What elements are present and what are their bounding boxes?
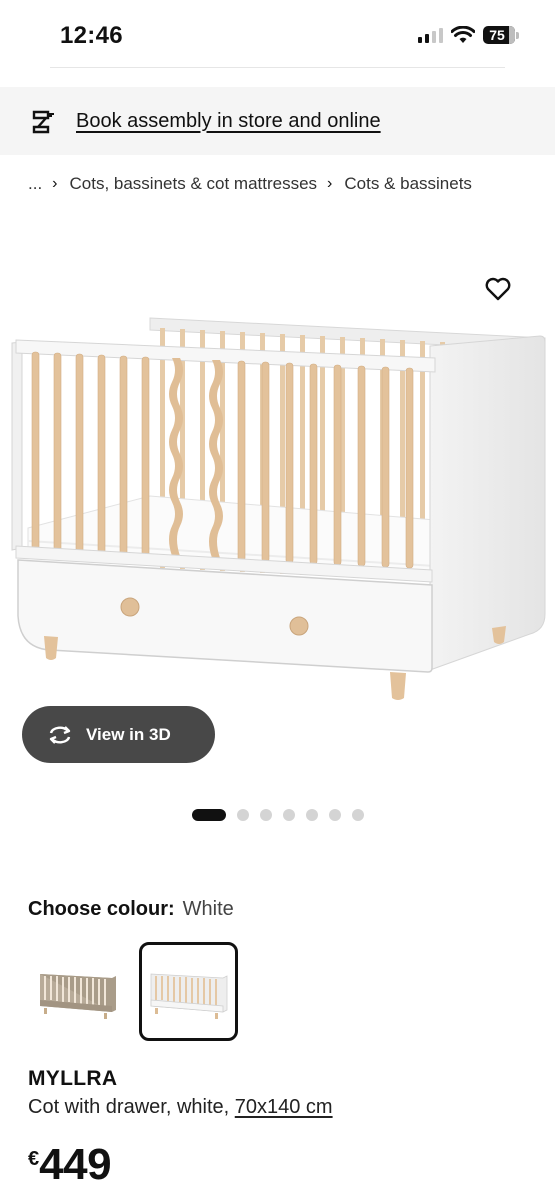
- colour-swatch-beige[interactable]: [28, 942, 127, 1041]
- product-price: € 449: [28, 1140, 112, 1190]
- wifi-icon: [451, 26, 475, 44]
- selected-colour-value: White: [182, 898, 234, 920]
- cot-white-thumbnail: [150, 973, 227, 1019]
- price-amount: 449: [39, 1140, 112, 1189]
- product-description-text: Cot with drawer, white,: [28, 1096, 235, 1118]
- carousel-dot-2[interactable]: [237, 809, 249, 821]
- status-icons: 75: [418, 26, 519, 44]
- heart-icon: [485, 277, 511, 301]
- rotate-icon: [49, 725, 71, 744]
- carousel-dot-5[interactable]: [306, 809, 318, 821]
- status-time: 12:46: [60, 22, 123, 49]
- colour-swatches: [28, 942, 238, 1041]
- book-assembly-link[interactable]: Book assembly in store and online: [76, 110, 381, 133]
- status-divider: [50, 67, 505, 68]
- status-bar: 12:46 75: [0, 0, 555, 72]
- favourite-button[interactable]: [483, 274, 513, 304]
- price-currency: €: [28, 1148, 40, 1170]
- colour-swatch-white[interactable]: [139, 942, 238, 1041]
- product-name: MYLLRA: [28, 1067, 118, 1090]
- assembly-banner[interactable]: Book assembly in store and online: [0, 87, 555, 155]
- chevron-right-icon: ›: [52, 175, 58, 192]
- carousel-dot-1[interactable]: [192, 809, 226, 821]
- carousel-dot-7[interactable]: [352, 809, 364, 821]
- carousel-dot-6[interactable]: [329, 809, 341, 821]
- carousel-dot-4[interactable]: [283, 809, 295, 821]
- cot-beige-thumbnail: [39, 973, 116, 1019]
- battery-icon: 75: [483, 26, 519, 44]
- product-image[interactable]: [0, 258, 555, 708]
- chevron-right-icon: ›: [327, 175, 333, 192]
- view-in-3d-button[interactable]: View in 3D: [22, 706, 215, 763]
- choose-colour-label: Choose colour:: [28, 898, 175, 920]
- battery-level: 75: [489, 27, 505, 43]
- carousel-dot-3[interactable]: [260, 809, 272, 821]
- signal-icon: [418, 27, 443, 43]
- colour-selector-label: Choose colour: White: [28, 898, 234, 921]
- breadcrumb: ... › Cots, bassinets & cot mattresses ›…: [28, 174, 472, 194]
- view-in-3d-label: View in 3D: [86, 724, 171, 744]
- product-description: Cot with drawer, white, 70x140 cm: [28, 1096, 333, 1119]
- breadcrumb-item-cots-bassinets[interactable]: Cots & bassinets: [344, 174, 472, 194]
- drill-icon: [32, 110, 54, 134]
- breadcrumb-item-cots-bassinets-mattresses[interactable]: Cots, bassinets & cot mattresses: [70, 174, 318, 194]
- breadcrumb-ellipsis[interactable]: ...: [28, 174, 42, 194]
- carousel-dots: [192, 809, 364, 821]
- product-size-link[interactable]: 70x140 cm: [235, 1096, 333, 1118]
